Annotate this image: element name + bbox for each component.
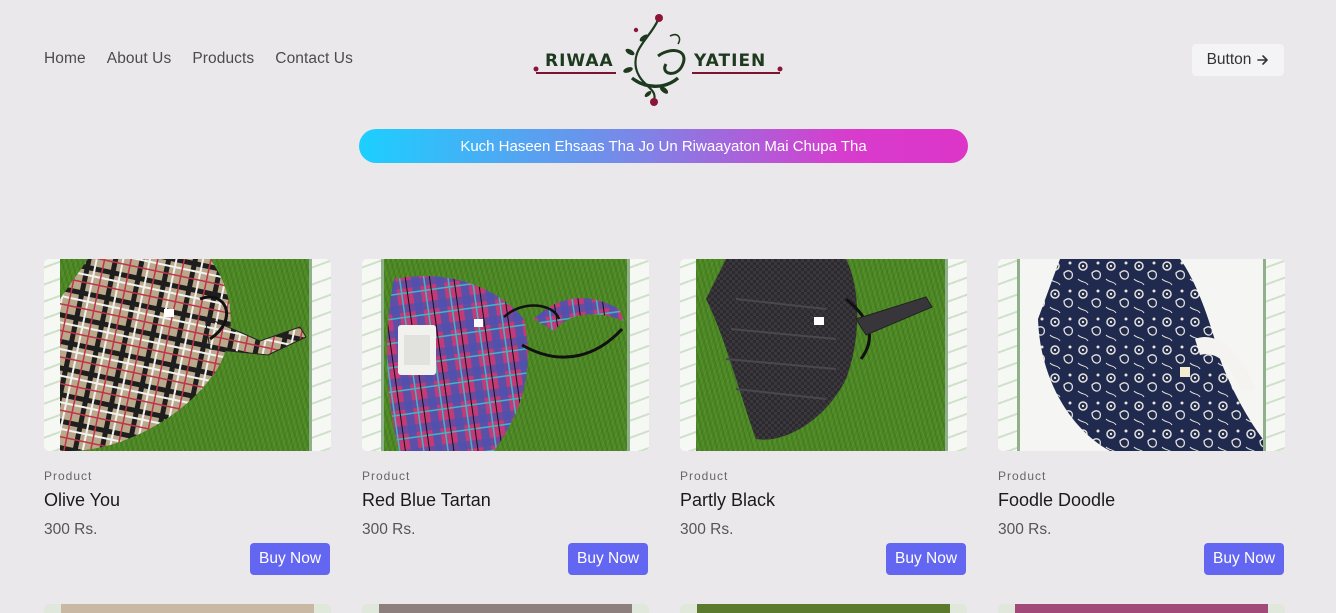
plaid-mask-image bbox=[60, 259, 307, 451]
buy-now-button[interactable]: Buy Now bbox=[568, 543, 648, 575]
main-nav: Home About Us Products Contact Us bbox=[44, 50, 353, 68]
product-image[interactable] bbox=[44, 259, 331, 451]
logo-underline-right bbox=[692, 72, 780, 74]
logo-text-left: RIWAA bbox=[545, 51, 614, 71]
floral-mask-image bbox=[1038, 259, 1263, 451]
header-button[interactable]: Button bbox=[1192, 44, 1284, 76]
header-button-label: Button bbox=[1206, 51, 1252, 68]
product-price: 300 Rs. bbox=[362, 521, 416, 538]
product-image[interactable] bbox=[680, 259, 967, 451]
leaf-border-decoration bbox=[998, 259, 1020, 451]
product-card: Product Foodle Doodle 300 Rs. Buy Now bbox=[998, 259, 1285, 575]
buy-now-button[interactable]: Buy Now bbox=[886, 543, 966, 575]
product-category: Product bbox=[680, 469, 729, 483]
arrow-right-icon bbox=[1257, 55, 1269, 65]
product-card-peek[interactable] bbox=[680, 604, 967, 613]
leaf-border-decoration bbox=[309, 259, 331, 451]
product-name[interactable]: Foodle Doodle bbox=[998, 490, 1285, 511]
logo-text-right: YATIEN bbox=[694, 51, 767, 71]
logo-underline-left bbox=[536, 72, 616, 74]
tartan-mask-image bbox=[387, 275, 624, 451]
buy-now-button[interactable]: Buy Now bbox=[250, 543, 330, 575]
product-card: Product Partly Black 300 Rs. Buy Now bbox=[680, 259, 967, 575]
product-card-peek[interactable] bbox=[362, 604, 649, 613]
product-price: 300 Rs. bbox=[44, 521, 98, 538]
nav-products[interactable]: Products bbox=[192, 50, 254, 68]
leaf-border-decoration bbox=[627, 259, 649, 451]
product-category: Product bbox=[362, 469, 411, 483]
nav-home[interactable]: Home bbox=[44, 50, 86, 68]
product-image[interactable] bbox=[998, 259, 1285, 451]
nav-contact-us[interactable]: Contact Us bbox=[275, 50, 353, 68]
black-mask-image bbox=[706, 259, 933, 440]
product-card: Product Red Blue Tartan 300 Rs. Buy Now bbox=[362, 259, 649, 575]
product-price: 300 Rs. bbox=[998, 521, 1052, 538]
product-category: Product bbox=[44, 469, 93, 483]
product-name[interactable]: Partly Black bbox=[680, 490, 967, 511]
product-image[interactable] bbox=[362, 259, 649, 451]
leaf-border-decoration bbox=[1263, 259, 1285, 451]
tagline-banner: Kuch Haseen Ehsaas Tha Jo Un Riwaayaton … bbox=[359, 129, 968, 163]
product-card-peek[interactable] bbox=[44, 604, 331, 613]
product-card-peek[interactable] bbox=[998, 604, 1285, 613]
nav-about-us[interactable]: About Us bbox=[107, 50, 172, 68]
leaf-border-decoration bbox=[945, 259, 967, 451]
product-name[interactable]: Olive You bbox=[44, 490, 331, 511]
brand-logo[interactable]: RIWAA YATIEN bbox=[532, 8, 784, 112]
product-name[interactable]: Red Blue Tartan bbox=[362, 490, 649, 511]
leaf-border-decoration bbox=[362, 259, 384, 451]
product-category: Product bbox=[998, 469, 1047, 483]
product-card: Product Olive You 300 Rs. Buy Now bbox=[44, 259, 331, 575]
product-price: 300 Rs. bbox=[680, 521, 734, 538]
buy-now-button[interactable]: Buy Now bbox=[1204, 543, 1284, 575]
